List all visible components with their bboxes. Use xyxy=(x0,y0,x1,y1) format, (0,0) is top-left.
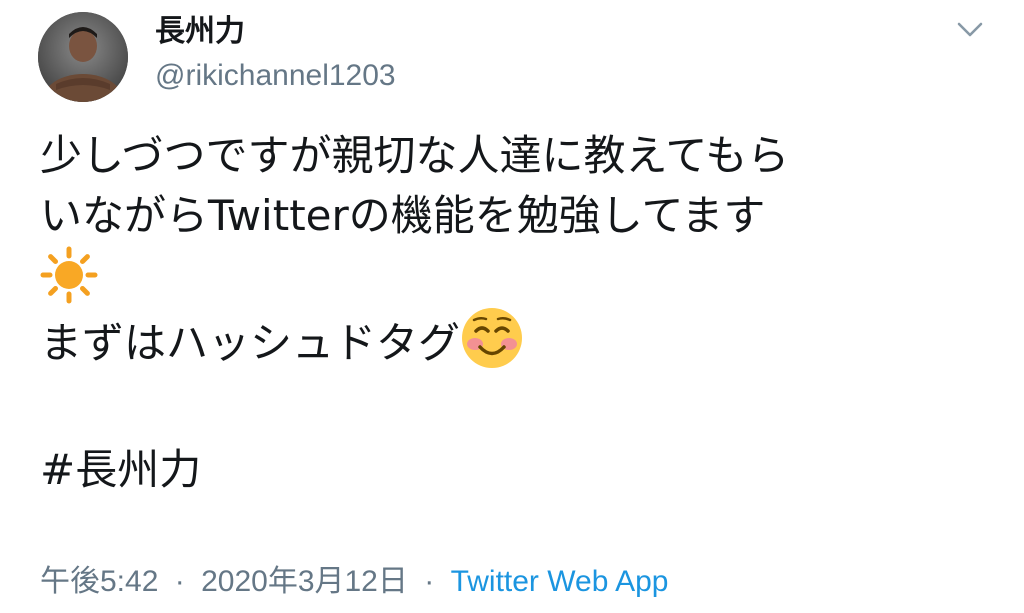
tweet-text-segment: まずはハッシュドタグ xyxy=(40,318,461,368)
smiling-face-emoji xyxy=(460,306,524,386)
tweet-meta: 午後5:42 · 2020年3月12日 · Twitter Web App xyxy=(40,562,668,602)
avatar[interactable] xyxy=(38,12,128,102)
tweet-date[interactable]: 2020年3月12日 xyxy=(201,565,408,598)
tweet-text-line xyxy=(40,246,990,306)
hashtag-link[interactable]: #長州力 xyxy=(40,440,990,500)
meta-separator: · xyxy=(174,565,185,598)
avatar-image xyxy=(38,12,128,102)
display-name[interactable]: 長州力 xyxy=(155,14,245,50)
tweet-text: 少しづつですが親切な人達に教えてもら いながらTwitterの機能を勉強してます xyxy=(40,126,990,500)
tweet-time[interactable]: 午後5:42 xyxy=(40,565,158,598)
tweet-text-line: まずはハッシュドタグ xyxy=(40,306,990,368)
tweet-text-line: いながらTwitterの機能を勉強してます xyxy=(40,191,766,240)
tweet-source-link[interactable]: Twitter Web App xyxy=(451,565,669,598)
tweet-card: 長州力 @rikichannel1203 少しづつですが親切な人達に教えてもら … xyxy=(0,0,1024,613)
handle[interactable]: @rikichannel1203 xyxy=(155,58,396,94)
chevron-down-icon[interactable] xyxy=(952,14,988,44)
meta-separator: · xyxy=(424,565,435,598)
tweet-text-line: 少しづつですが親切な人達に教えてもら xyxy=(40,131,790,180)
